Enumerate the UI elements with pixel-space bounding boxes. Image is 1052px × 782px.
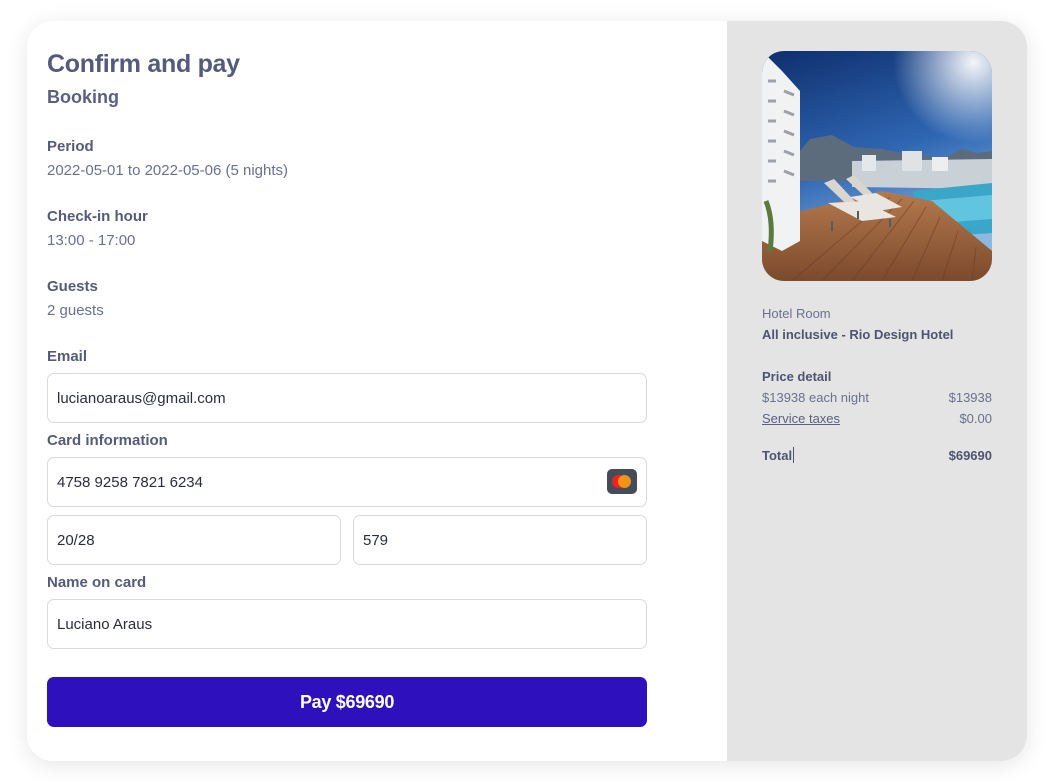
checkin-label: Check-in hour — [47, 208, 148, 225]
booking-summary-panel: Hotel Room All inclusive - Rio Design Ho… — [727, 21, 1027, 761]
pay-button[interactable]: Pay $69690 — [47, 677, 647, 727]
checkin-value: 13:00 - 17:00 — [47, 232, 136, 249]
service-taxes-amount: $0.00 — [959, 411, 992, 426]
guests-value: 2 guests — [47, 302, 104, 319]
email-field-value: lucianoaraus@gmail.com — [57, 389, 226, 407]
room-type: Hotel Room — [762, 306, 831, 321]
price-detail-title: Price detail — [762, 369, 832, 384]
card-number-field[interactable]: 4758 9258 7821 6234 — [47, 457, 647, 507]
service-taxes-row: Service taxes $0.00 — [762, 410, 992, 427]
card-info-label: Card information — [47, 432, 168, 449]
card-expiry-value: 20/28 — [57, 531, 95, 549]
name-on-card-value: Luciano Araus — [57, 615, 153, 633]
period-value: 2022-05-01 to 2022-05-06 (5 nights) — [47, 162, 288, 179]
service-taxes-link[interactable]: Service taxes — [762, 410, 840, 427]
checkout-card: Confirm and pay Booking Period 2022-05-0… — [27, 21, 1027, 761]
section-subtitle: Booking — [47, 87, 119, 107]
nightly-price-label: $13938 each night — [762, 390, 869, 405]
guests-block: Guests 2 guests — [47, 277, 647, 321]
period-label: Period — [47, 138, 94, 155]
name-on-card-label: Name on card — [47, 574, 147, 591]
total-row: Total $69690 — [762, 447, 992, 464]
hotel-photo — [762, 51, 992, 281]
nightly-price-row: $13938 each night $13938 — [762, 389, 992, 406]
checkout-form-panel: Confirm and pay Booking Period 2022-05-0… — [27, 21, 727, 761]
card-details-row: 20/28 579 — [47, 515, 647, 565]
guests-label: Guests — [47, 278, 98, 295]
name-on-card-field[interactable]: Luciano Araus — [47, 599, 647, 649]
room-name: All inclusive - Rio Design Hotel — [762, 327, 954, 342]
card-cvc-field[interactable]: 579 — [353, 515, 647, 565]
email-label: Email — [47, 348, 88, 365]
text-cursor — [793, 447, 795, 463]
checkin-block: Check-in hour 13:00 - 17:00 — [47, 207, 647, 251]
card-cvc-value: 579 — [363, 531, 389, 549]
nightly-price-amount: $13938 — [948, 390, 992, 405]
page-title: Confirm and pay — [47, 50, 240, 78]
email-field[interactable]: lucianoaraus@gmail.com — [47, 373, 647, 423]
period-block: Period 2022-05-01 to 2022-05-06 (5 night… — [47, 137, 647, 181]
mastercard-icon — [607, 469, 637, 494]
total-label: Total — [762, 448, 793, 463]
total-amount: $69690 — [948, 448, 992, 463]
card-expiry-field[interactable]: 20/28 — [47, 515, 341, 565]
card-number-value: 4758 9258 7821 6234 — [57, 473, 203, 491]
